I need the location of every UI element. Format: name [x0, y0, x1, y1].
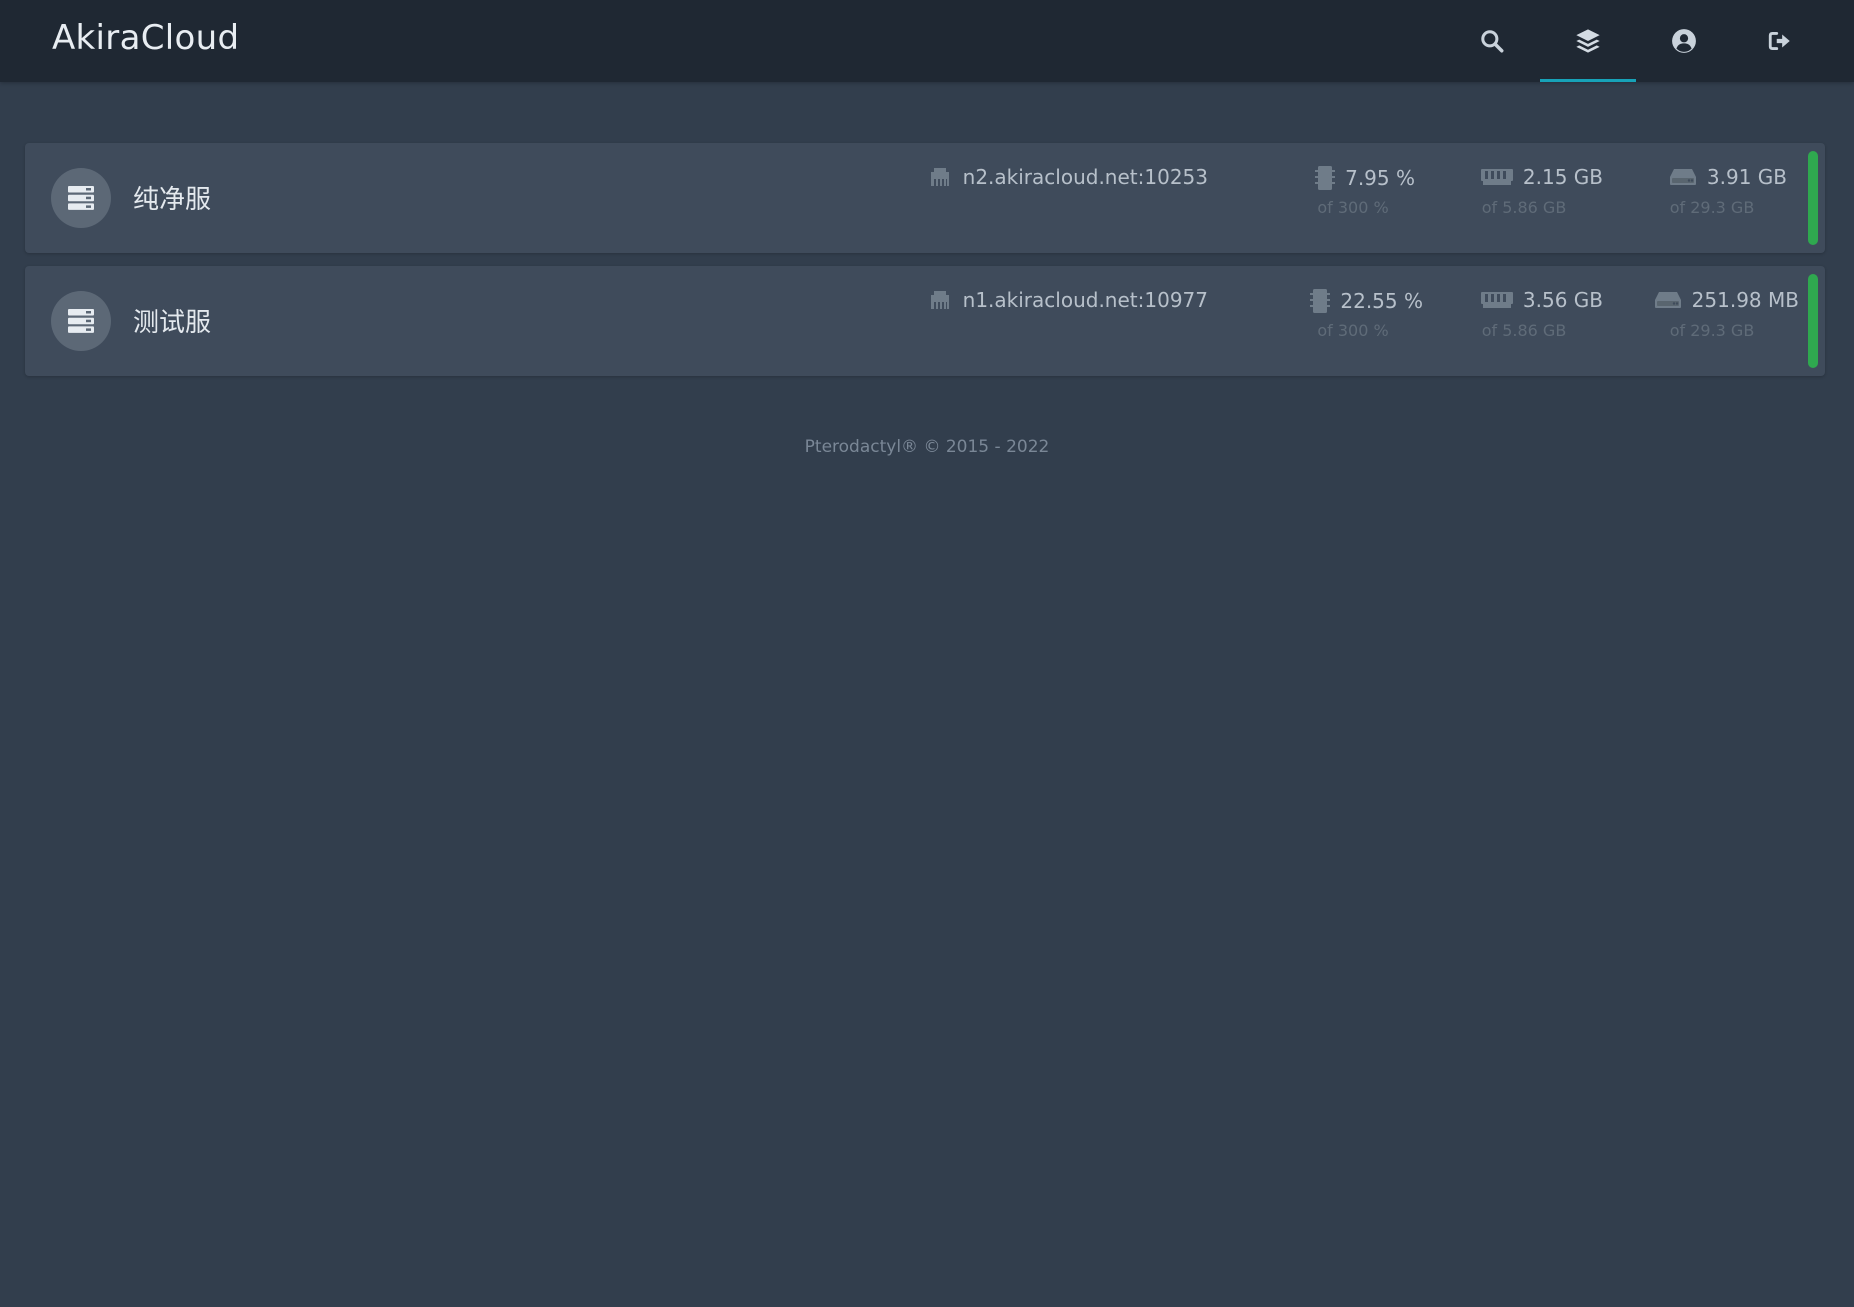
- cpu-icon: [1310, 289, 1331, 313]
- memory-stat: 2.15 GB of 5.86 GB: [1445, 165, 1603, 235]
- memory-limit: of 5.86 GB: [1481, 321, 1567, 340]
- disk-usage: 3.91 GB: [1706, 165, 1787, 189]
- server-icon: [68, 186, 94, 210]
- nav-servers[interactable]: [1540, 0, 1636, 82]
- server-address: n2.akiracloud.net:10253: [925, 165, 1208, 235]
- disk-stat: 251.98 MB of 29.3 GB: [1625, 288, 1799, 358]
- server-address-text: n1.akiracloud.net:10977: [962, 288, 1208, 312]
- server-card[interactable]: 测试服 n1.akiracloud.net:10977 22.55 % of 3…: [25, 266, 1825, 376]
- user-circle-icon: [1672, 29, 1696, 53]
- footer-copyright: Pterodactyl® © 2015 - 2022: [804, 437, 1050, 457]
- server-avatar: [51, 168, 111, 228]
- network-icon: [930, 291, 949, 309]
- search-icon: [1481, 30, 1504, 53]
- server-icon: [68, 309, 94, 333]
- top-navigation-bar: AkiraCloud: [0, 0, 1854, 82]
- server-status-indicator: [1808, 151, 1818, 245]
- memory-icon: [1480, 169, 1513, 185]
- memory-usage: 3.56 GB: [1522, 288, 1603, 312]
- disk-limit: of 29.3 GB: [1669, 321, 1755, 340]
- cpu-icon: [1315, 166, 1336, 190]
- server-address-text: n2.akiracloud.net:10253: [962, 165, 1208, 189]
- brand-logo[interactable]: AkiraCloud: [52, 18, 239, 58]
- memory-limit: of 5.86 GB: [1481, 198, 1567, 217]
- cpu-limit: of 300 %: [1317, 321, 1389, 340]
- nav-logout[interactable]: [1732, 0, 1828, 82]
- memory-icon: [1480, 292, 1513, 308]
- disk-limit: of 29.3 GB: [1669, 198, 1755, 217]
- disk-stat: 3.91 GB of 29.3 GB: [1625, 165, 1799, 235]
- cpu-stat: 7.95 % of 300 %: [1265, 165, 1415, 235]
- memory-stat: 3.56 GB of 5.86 GB: [1445, 288, 1603, 358]
- server-avatar: [51, 291, 111, 351]
- cpu-stat: 22.55 % of 300 %: [1265, 288, 1423, 358]
- server-name: 纯净服: [133, 185, 212, 215]
- server-card[interactable]: 纯净服 n2.akiracloud.net:10253 7.95 % of 30…: [25, 143, 1825, 253]
- nav-account[interactable]: [1636, 0, 1732, 82]
- cpu-usage: 7.95 %: [1345, 166, 1415, 190]
- cpu-usage: 22.55 %: [1340, 289, 1423, 313]
- server-name: 测试服: [133, 308, 212, 338]
- server-address: n1.akiracloud.net:10977: [925, 288, 1208, 358]
- layer-group-icon: [1576, 29, 1600, 53]
- disk-icon: [1654, 292, 1681, 308]
- memory-usage: 2.15 GB: [1522, 165, 1603, 189]
- nav-search[interactable]: [1444, 0, 1540, 82]
- disk-icon: [1669, 169, 1696, 185]
- network-icon: [930, 168, 949, 186]
- server-status-indicator: [1808, 274, 1818, 368]
- disk-usage: 251.98 MB: [1691, 288, 1799, 312]
- cpu-limit: of 300 %: [1317, 198, 1389, 217]
- sign-out-icon: [1768, 32, 1790, 50]
